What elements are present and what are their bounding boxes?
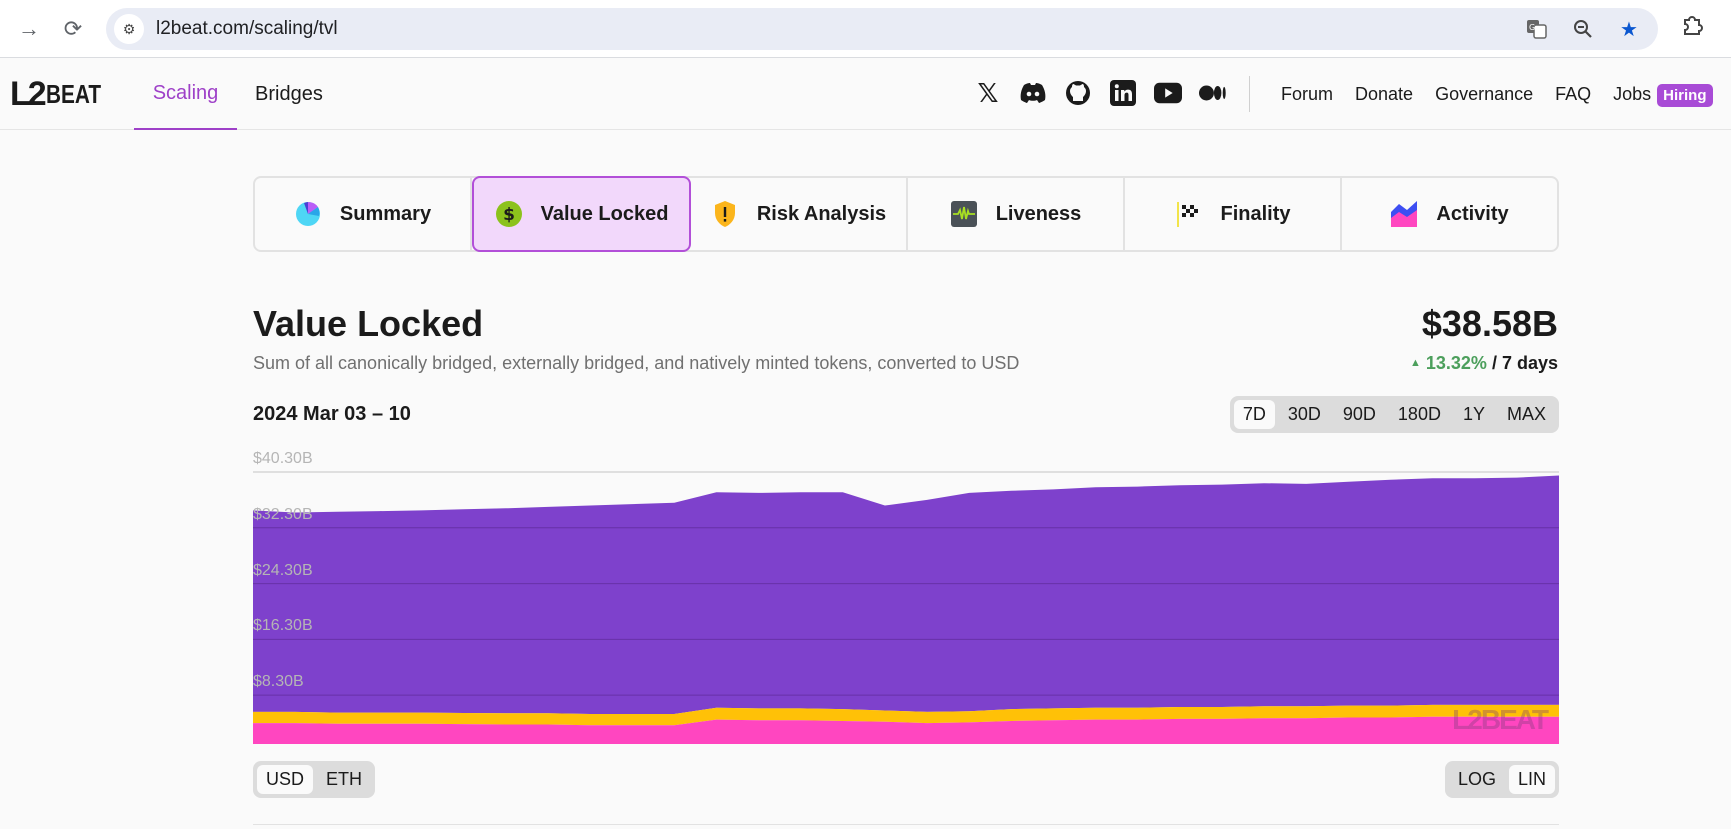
date-range-label: 2024 Mar 03 – 10 <box>253 403 411 425</box>
forward-icon[interactable]: → <box>14 14 44 44</box>
chart-canvas <box>253 471 1559 744</box>
total-value: $38.58B <box>1421 303 1558 344</box>
tab-liveness[interactable]: Liveness <box>908 178 1125 250</box>
logo-l2: L2 <box>10 74 47 113</box>
range-7d[interactable]: 7D <box>1233 400 1275 429</box>
area-chart-icon <box>1390 200 1418 228</box>
currency-eth[interactable]: ETH <box>317 765 371 794</box>
nav-link-jobs[interactable]: Jobs Hiring <box>1613 83 1713 107</box>
x-icon[interactable]: 𝕏 <box>974 78 1002 108</box>
github-icon[interactable] <box>1064 78 1092 108</box>
bookmark-star-icon[interactable]: ★ <box>1614 14 1644 44</box>
logo-beat: BEAT <box>45 78 101 109</box>
zoom-out-icon[interactable] <box>1568 14 1598 44</box>
range-90d[interactable]: 90D <box>1334 400 1385 429</box>
change-period: / 7 days <box>1486 353 1558 373</box>
nav-link-governance[interactable]: Governance <box>1435 84 1533 105</box>
nav-tab-bridges[interactable]: Bridges <box>255 58 323 130</box>
tab-summary-label: Summary <box>339 202 432 225</box>
nav-divider <box>1249 76 1250 112</box>
range-max[interactable]: MAX <box>1498 400 1555 429</box>
section-divider <box>253 824 1559 825</box>
change-indicator: ▲ 13.32% / 7 days <box>1410 353 1558 374</box>
checkered-flag-icon <box>1174 200 1202 228</box>
tab-risk-analysis-label: Risk Analysis <box>756 202 887 225</box>
linkedin-icon[interactable] <box>1109 78 1137 108</box>
scale-lin[interactable]: LIN <box>1508 765 1555 794</box>
section-tabs: Summary $ Value Locked Risk Analysis Liv… <box>253 176 1559 252</box>
svg-text:G: G <box>1529 23 1535 32</box>
y-tick-label: $8.30B <box>253 673 304 691</box>
change-percent: 13.32% <box>1425 353 1487 373</box>
area-series-canonically-bridged <box>253 475 1559 714</box>
y-tick-label: $32.30B <box>253 505 313 523</box>
dollar-coin-icon: $ <box>495 200 523 228</box>
svg-text:$: $ <box>503 205 515 225</box>
scale-toggle: LOG LIN <box>1444 761 1559 798</box>
tab-value-locked[interactable]: $ Value Locked <box>472 176 691 252</box>
extensions-icon[interactable] <box>1681 14 1703 42</box>
shield-warning-icon <box>711 200 739 228</box>
range-30d[interactable]: 30D <box>1279 400 1330 429</box>
nav-link-forum[interactable]: Forum <box>1281 84 1333 105</box>
chart-watermark: L2BEAT <box>1452 704 1549 735</box>
site-header: L2 BEAT Scaling Bridges 𝕏 Forum Donate G… <box>0 58 1731 130</box>
page-title: Value Locked <box>253 303 484 344</box>
tab-summary[interactable]: Summary <box>255 178 472 250</box>
pie-chart-icon <box>294 200 322 228</box>
tab-liveness-label: Liveness <box>995 202 1082 225</box>
y-tick-label: $24.30B <box>253 561 313 579</box>
jobs-label: Jobs <box>1613 83 1652 104</box>
tab-activity-label: Activity <box>1436 202 1509 225</box>
tvl-chart[interactable]: $40.30B $32.30B $24.30B $16.30B $8.30B L… <box>253 448 1559 744</box>
tab-finality-label: Finality <box>1220 202 1291 225</box>
tab-activity[interactable]: Activity <box>1342 178 1557 250</box>
medium-icon[interactable] <box>1199 78 1227 108</box>
tab-value-locked-label: Value Locked <box>540 202 669 225</box>
browser-toolbar: → ⟳ ⚙ l2beat.com/scaling/tvl G ★ <box>0 0 1731 58</box>
currency-toggle: USD ETH <box>253 761 376 798</box>
up-arrow-icon: ▲ <box>1409 357 1421 369</box>
y-tick-label: $40.30B <box>253 450 313 467</box>
address-bar[interactable]: ⚙ l2beat.com/scaling/tvl G ★ <box>106 8 1658 50</box>
scale-log[interactable]: LOG <box>1449 765 1505 794</box>
nav-link-faq[interactable]: FAQ <box>1555 84 1591 105</box>
youtube-icon[interactable] <box>1154 78 1182 108</box>
pulse-icon <box>950 200 978 228</box>
tab-finality[interactable]: Finality <box>1125 178 1342 250</box>
hiring-badge: Hiring <box>1657 83 1713 107</box>
currency-usd[interactable]: USD <box>257 765 314 794</box>
l2beat-logo[interactable]: L2 BEAT <box>3 63 115 114</box>
page-subtitle: Sum of all canonically bridged, external… <box>253 353 1020 373</box>
tab-risk-analysis[interactable]: Risk Analysis <box>691 178 908 250</box>
nav-tab-scaling[interactable]: Scaling <box>134 58 237 130</box>
time-range-selector: 7D 30D 90D 180D 1Y MAX <box>1229 396 1559 433</box>
site-info-icon[interactable]: ⚙ <box>114 14 144 44</box>
reload-icon[interactable]: ⟳ <box>58 14 88 44</box>
range-1y[interactable]: 1Y <box>1454 400 1494 429</box>
discord-icon[interactable] <box>1019 78 1047 108</box>
range-180d[interactable]: 180D <box>1389 400 1450 429</box>
nav-link-donate[interactable]: Donate <box>1355 84 1413 105</box>
y-tick-label: $16.30B <box>253 617 313 635</box>
translate-icon[interactable]: G <box>1522 14 1552 44</box>
url-text[interactable]: l2beat.com/scaling/tvl <box>156 18 338 40</box>
